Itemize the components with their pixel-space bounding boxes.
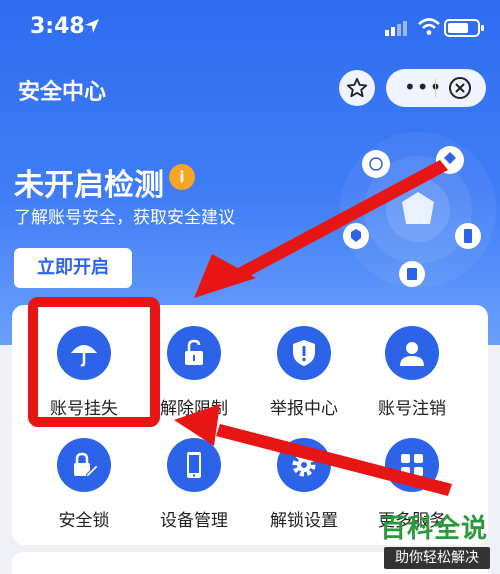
arrow-lower xyxy=(174,404,452,496)
watermark: 百科全说 助你轻松解决 xyxy=(372,506,500,574)
arrow-upper xyxy=(194,160,448,298)
watermark-subtitle: 助你轻松解决 xyxy=(384,547,490,569)
watermark-title: 百科全说 xyxy=(380,514,489,544)
annotation-arrows xyxy=(174,160,452,496)
